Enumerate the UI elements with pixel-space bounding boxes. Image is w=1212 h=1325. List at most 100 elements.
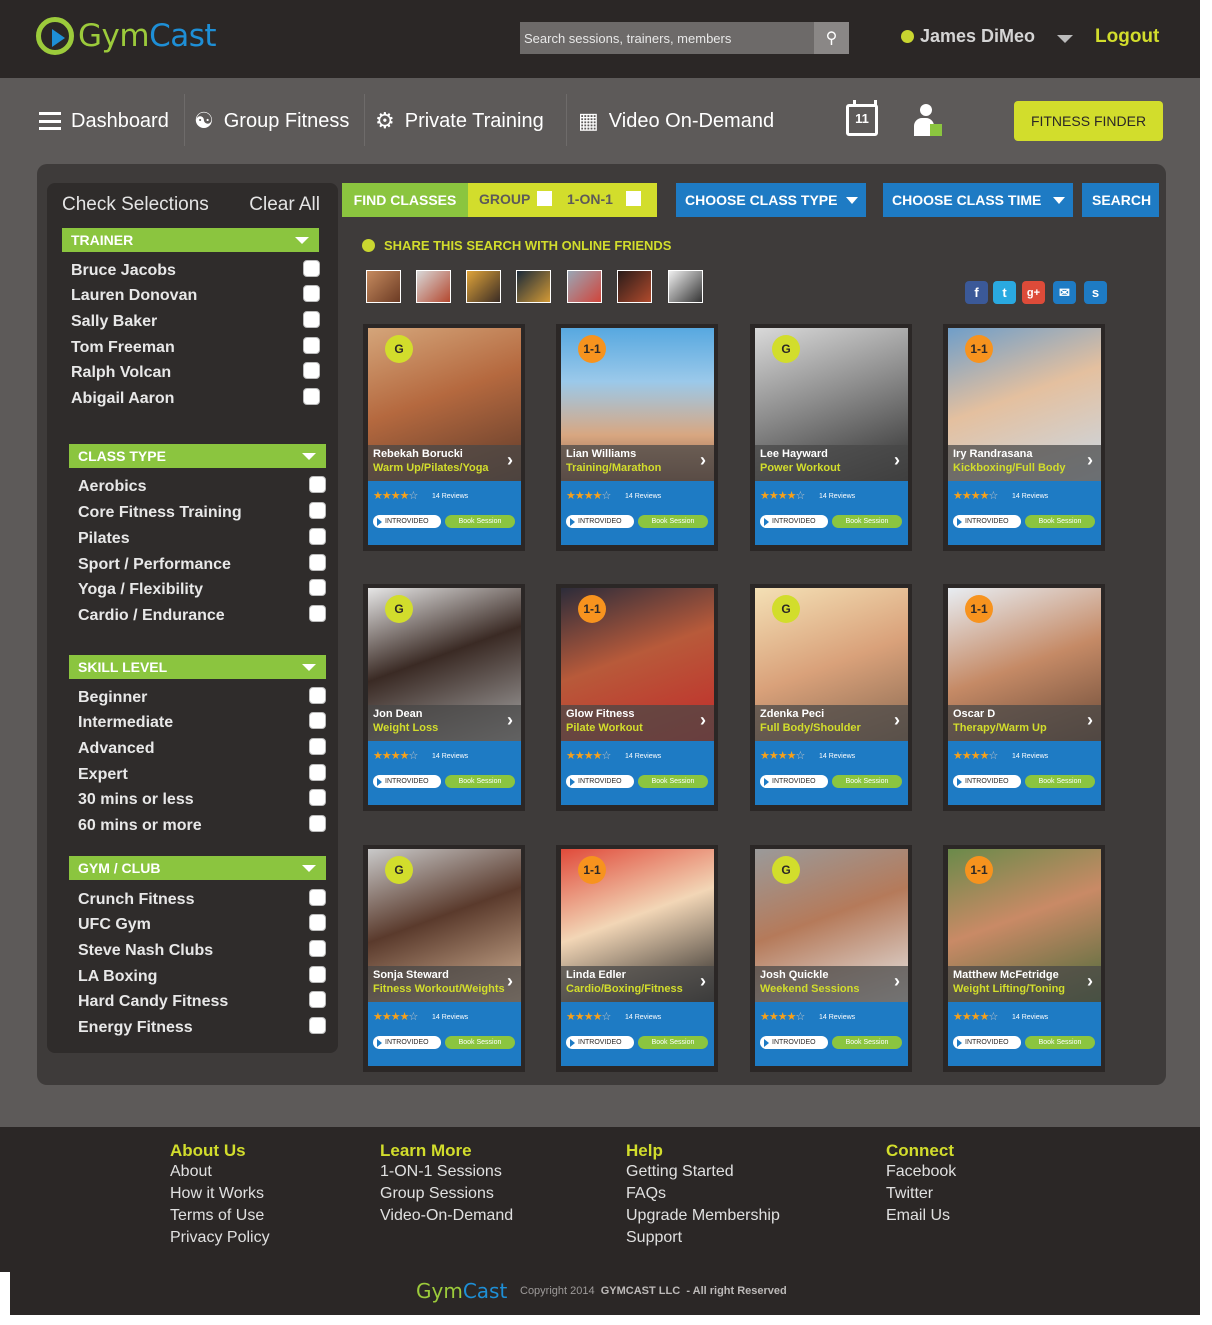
class-card[interactable]: G Zdenka Peci Full Body/Shoulder › ★★★★☆ 14 R… [750, 584, 912, 811]
filter-section-1[interactable]: CLASS TYPE [69, 444, 326, 468]
skype-icon[interactable]: s [1084, 281, 1107, 304]
search-button[interactable]: SEARCH [1082, 183, 1159, 217]
review-count[interactable]: 14 Reviews [625, 493, 661, 500]
friend-avatar[interactable] [668, 270, 703, 303]
filter-section-2[interactable]: SKILL LEVEL [69, 655, 326, 679]
clear-all-link[interactable]: Clear All [249, 194, 320, 216]
friend-avatar[interactable] [416, 270, 451, 303]
search-input[interactable] [520, 22, 814, 54]
filter-option-checkbox[interactable] [309, 889, 326, 906]
filter-option-checkbox[interactable] [309, 605, 326, 622]
filter-option-checkbox[interactable] [309, 940, 326, 957]
class-time-dropdown[interactable]: CHOOSE CLASS TIME [883, 183, 1073, 217]
nav-video-on-demand[interactable]: ▦ Video On-Demand [578, 96, 774, 146]
book-session-button[interactable]: Book Session [638, 1036, 708, 1049]
footer-link[interactable]: Facebook [886, 1161, 956, 1183]
class-card[interactable]: G Jon Dean Weight Loss › ★★★★☆ 14 Reviews INTR… [363, 584, 525, 811]
filter-option-checkbox[interactable] [309, 738, 326, 755]
filter-option-checkbox[interactable] [309, 502, 326, 519]
filter-option-checkbox[interactable] [303, 362, 320, 379]
footer-link[interactable]: Privacy Policy [170, 1227, 270, 1249]
book-session-button[interactable]: Book Session [1025, 515, 1095, 528]
footer-link[interactable]: Video-On-Demand [380, 1205, 513, 1227]
class-card[interactable]: G Lee Hayward Power Workout › ★★★★☆ 14 Review… [750, 324, 912, 551]
footer-link[interactable]: How it Works [170, 1183, 270, 1205]
filter-option-checkbox[interactable] [309, 991, 326, 1008]
class-card[interactable]: 1-1 Matthew McFetridge Weight Lifting/Toni… [943, 845, 1105, 1072]
book-session-button[interactable]: Book Session [638, 515, 708, 528]
filter-option-checkbox[interactable] [309, 764, 326, 781]
review-count[interactable]: 14 Reviews [432, 753, 468, 760]
review-count[interactable]: 14 Reviews [432, 493, 468, 500]
chevron-right-icon[interactable]: › [894, 450, 900, 471]
class-card[interactable]: 1-1 Oscar D Therapy/Warm Up › ★★★★☆ 14 Review… [943, 584, 1105, 811]
filter-option-checkbox[interactable] [309, 712, 326, 729]
chevron-right-icon[interactable]: › [1087, 971, 1093, 992]
friend-avatar[interactable] [366, 270, 401, 303]
class-type-dropdown[interactable]: CHOOSE CLASS TYPE [676, 183, 866, 217]
intro-video-button[interactable]: INTROVIDEO [953, 1036, 1021, 1049]
intro-video-button[interactable]: INTROVIDEO [953, 775, 1021, 788]
class-card[interactable]: G Rebekah Borucki Warm Up/Pilates/Yoga › ★★★… [363, 324, 525, 551]
intro-video-button[interactable]: INTROVIDEO [760, 775, 828, 788]
chevron-right-icon[interactable]: › [507, 710, 513, 731]
filter-option-checkbox[interactable] [303, 260, 320, 277]
logout-link[interactable]: Logout [1095, 26, 1159, 48]
filter-option-checkbox[interactable] [303, 337, 320, 354]
filter-option-checkbox[interactable] [309, 579, 326, 596]
group-checkbox[interactable] [537, 191, 552, 206]
search-icon[interactable]: ⚲ [814, 22, 849, 54]
footer-link[interactable]: Twitter [886, 1183, 956, 1205]
nav-private-training[interactable]: ⚙ Private Training [375, 96, 544, 146]
book-session-button[interactable]: Book Session [832, 775, 902, 788]
footer-logo[interactable]: GymCast [416, 1279, 507, 1303]
filter-option-checkbox[interactable] [309, 966, 326, 983]
friend-avatar[interactable] [617, 270, 652, 303]
intro-video-button[interactable]: INTROVIDEO [953, 515, 1021, 528]
profile-icon[interactable] [914, 104, 944, 138]
class-card[interactable]: 1-1 Lian Williams Training/Marathon › ★★★★☆ 1… [556, 324, 718, 551]
filter-section-0[interactable]: TRAINER [62, 228, 319, 252]
class-card[interactable]: 1-1 Iry Randrasana Kickboxing/Full Body › ★★… [943, 324, 1105, 551]
footer-link[interactable]: About [170, 1161, 270, 1183]
chevron-right-icon[interactable]: › [700, 450, 706, 471]
class-card[interactable]: G Sonja Steward Fitness Workout/Weights › ★★… [363, 845, 525, 1072]
intro-video-button[interactable]: INTROVIDEO [566, 515, 634, 528]
chevron-right-icon[interactable]: › [894, 710, 900, 731]
nav-dashboard[interactable]: Dashboard [39, 96, 169, 146]
intro-video-button[interactable]: INTROVIDEO [373, 775, 441, 788]
filter-option-checkbox[interactable] [303, 388, 320, 405]
review-count[interactable]: 14 Reviews [1012, 493, 1048, 500]
footer-link[interactable]: 1-ON-1 Sessions [380, 1161, 513, 1183]
review-count[interactable]: 14 Reviews [1012, 1014, 1048, 1021]
friend-avatar[interactable] [516, 270, 551, 303]
book-session-button[interactable]: Book Session [1025, 1036, 1095, 1049]
intro-video-button[interactable]: INTROVIDEO [566, 1036, 634, 1049]
email-icon[interactable]: ✉ [1053, 281, 1076, 304]
gymcast-logo[interactable]: GymCast [36, 17, 217, 55]
review-count[interactable]: 14 Reviews [819, 1014, 855, 1021]
class-card[interactable]: 1-1 Linda Edler Cardio/Boxing/Fitness › ★★★★… [556, 845, 718, 1072]
google-plus-icon[interactable]: g+ [1022, 281, 1045, 304]
user-menu[interactable]: James DiMeo [901, 26, 1074, 47]
review-count[interactable]: 14 Reviews [1012, 753, 1048, 760]
review-count[interactable]: 14 Reviews [625, 1014, 661, 1021]
chevron-right-icon[interactable]: › [894, 971, 900, 992]
intro-video-button[interactable]: INTROVIDEO [760, 515, 828, 528]
filter-option-checkbox[interactable] [309, 815, 326, 832]
chevron-right-icon[interactable]: › [507, 450, 513, 471]
chevron-right-icon[interactable]: › [700, 971, 706, 992]
class-card[interactable]: G Josh Quickle Weekend Sessions › ★★★★☆ 14 Re… [750, 845, 912, 1072]
book-session-button[interactable]: Book Session [638, 775, 708, 788]
book-session-button[interactable]: Book Session [832, 1036, 902, 1049]
review-count[interactable]: 14 Reviews [432, 1014, 468, 1021]
filter-option-checkbox[interactable] [309, 789, 326, 806]
review-count[interactable]: 14 Reviews [819, 753, 855, 760]
filter-option-checkbox[interactable] [303, 285, 320, 302]
book-session-button[interactable]: Book Session [445, 775, 515, 788]
filter-option-checkbox[interactable] [309, 1017, 326, 1034]
chevron-right-icon[interactable]: › [507, 971, 513, 992]
filter-option-checkbox[interactable] [309, 476, 326, 493]
intro-video-button[interactable]: INTROVIDEO [566, 775, 634, 788]
review-count[interactable]: 14 Reviews [819, 493, 855, 500]
